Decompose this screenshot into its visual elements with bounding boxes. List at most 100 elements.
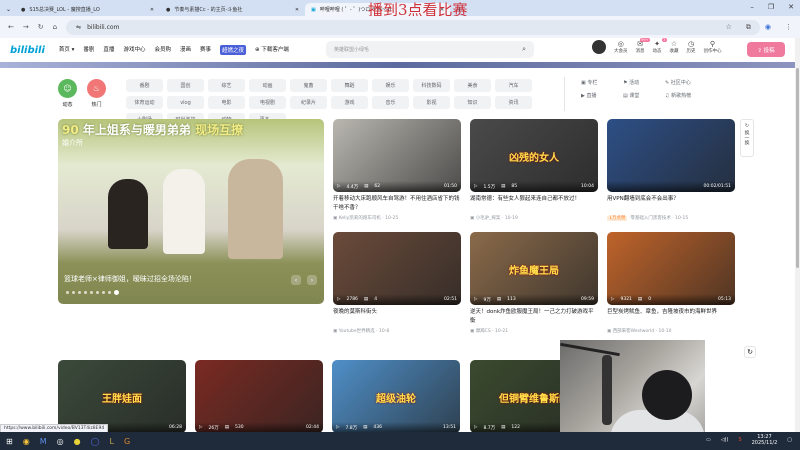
video-title[interactable]: 夜晚的莫斯科街头 — [333, 308, 461, 326]
page-scrollbar[interactable] — [795, 38, 800, 432]
banner-caption[interactable]: 篮球老师×律师御姐，暧昧过招全场沦陷！ — [64, 274, 196, 284]
video-thumbnail[interactable]: 王胖娃面 06:28 — [58, 360, 186, 433]
channel-tag[interactable]: 科技数码 — [413, 79, 450, 92]
start-icon[interactable]: ⊞ — [6, 437, 13, 446]
link-activity[interactable]: ⚑ 活动 — [623, 79, 665, 86]
search-input[interactable]: 英雄联盟小绿毛 ⌕ — [326, 41, 534, 58]
video-card[interactable]: 凶残的女人 ▷ 1.5万 ▤ 85 10:04 湖南常德：有些女人狠起来连自己都不放过！ ▣ … — [470, 119, 598, 221]
video-card[interactable]: 超级油轮 ▷ 7.8万 ▤ 436 13:51 — [332, 360, 460, 433]
obs-icon[interactable]: ◎ — [57, 437, 64, 446]
link-live[interactable]: ▶ 直播 — [581, 92, 623, 99]
nav-anime[interactable]: 番剧 — [83, 45, 94, 55]
header-dynamic[interactable]: ✦ 3 动态 — [653, 38, 667, 54]
video-card[interactable]: 00:02/01:51 用VPN翻墙到底会不会出事？ 1万点赞 零基础入门黑客技术 ·… — [607, 119, 735, 221]
volume-icon[interactable]: ◁)) — [721, 437, 729, 443]
video-card[interactable]: ▷ 26万 ▤ 530 02:44 — [195, 360, 323, 433]
app-icon[interactable]: G — [124, 437, 130, 446]
channel-tag[interactable]: 体育运动 — [126, 96, 163, 109]
link-music-chart[interactable]: ♫ 新歌热榜 — [665, 92, 707, 99]
clock[interactable]: 13:27 2025/11/2 — [752, 434, 778, 446]
carousel-dot[interactable] — [84, 291, 87, 294]
chrome-icon[interactable]: ◉ — [23, 437, 30, 446]
close-icon[interactable]: ✕ — [150, 7, 154, 13]
video-title[interactable]: 逆天！donk炸鱼欧服魔王局！一己之力打破游戏平衡 — [470, 308, 598, 326]
bookmark-star-icon[interactable]: ☆ — [726, 23, 732, 32]
channel-tag[interactable]: 美食 — [454, 79, 491, 92]
upload-button[interactable]: ⇪ 投稿 — [747, 42, 785, 57]
tab-list-button[interactable]: ⌄ — [6, 6, 11, 13]
video-thumbnail[interactable]: 00:02/01:51 — [607, 119, 735, 192]
carousel-prev-button[interactable]: ‹ — [291, 275, 301, 285]
video-thumbnail[interactable]: 超级油轮 ▷ 7.8万 ▤ 436 13:51 — [332, 360, 460, 433]
carousel-dot[interactable] — [78, 291, 81, 294]
carousel-dot[interactable] — [72, 291, 75, 294]
header-favorites[interactable]: ☆ 收藏 — [670, 40, 679, 54]
menu-icon[interactable]: ⋮ — [785, 23, 792, 32]
uploader-name[interactable]: Youtube世界精选 — [339, 329, 375, 334]
app-icon[interactable]: ● — [74, 437, 81, 446]
channel-tag[interactable]: 资讯 — [495, 96, 532, 109]
video-card[interactable]: ▷ 9321 ▤ 0 05:13 巨型炭烤鱿鱼、章鱼，吉隆坡夜市的海鲜世界 ▣ 西部来客We… — [607, 232, 735, 334]
channel-tag[interactable]: 舞蹈 — [331, 79, 368, 92]
uploader-name[interactable]: Kelly凯莉的跑车司机 — [339, 216, 381, 221]
channel-tag[interactable]: 电影 — [208, 96, 245, 109]
carousel-dot[interactable] — [114, 290, 119, 295]
carousel-banner[interactable]: 90 年上姐系与暖男弟弟 现场互撩 婚介所 篮球老师×律师御姐，暧昧过招全场沦陷… — [58, 119, 324, 304]
link-course[interactable]: ▤ 课堂 — [623, 92, 665, 99]
nav-live[interactable]: 直播 — [103, 45, 114, 55]
video-title[interactable]: 湖南常德：有些女人狠起来连自己都不放过！ — [470, 195, 598, 213]
video-card[interactable]: ▷ 2786 ▤ 4 02:51 夜晚的莫斯科街头 ▣ Youtube世界精选 · 10-8 — [333, 232, 461, 334]
uploader-name[interactable]: 西部来客Westworld — [613, 329, 654, 334]
video-title[interactable]: 用VPN翻墙到底会不会出事？ — [607, 195, 735, 213]
close-icon[interactable]: ✕ — [295, 7, 299, 13]
header-vip[interactable]: ◎ 大会员 — [614, 40, 628, 54]
channel-tag[interactable]: 游戏 — [331, 96, 368, 109]
channel-tag[interactable]: 娱乐 — [372, 79, 409, 92]
uploader-name[interactable]: 零基础入门黑客技术 — [630, 216, 671, 221]
channel-tag[interactable]: 国创 — [167, 79, 204, 92]
uploader-name[interactable]: 摩羯CS — [476, 329, 491, 334]
extensions-icon[interactable]: ⧉ — [746, 23, 751, 32]
video-card[interactable]: 炸鱼魔王局 ▷ 9万 ▤ 113 09:59 逆天！donk炸鱼欧服魔王局！一己之力打破游戏… — [470, 232, 598, 334]
channel-hot[interactable]: ♨ 热门 — [87, 79, 106, 108]
channel-tag[interactable]: vlog — [167, 96, 204, 109]
nav-manga[interactable]: 漫画 — [180, 45, 191, 55]
link-community[interactable]: ✎ 社区中心 — [665, 79, 707, 86]
user-avatar[interactable] — [592, 40, 606, 54]
bilibili-logo[interactable]: bilibili — [10, 45, 45, 56]
video-thumbnail[interactable]: ▷ 4.4万 ▤ 62 01:50 — [333, 119, 461, 192]
channel-tag[interactable]: 综艺 — [208, 79, 245, 92]
channel-tag[interactable]: 影视 — [413, 96, 450, 109]
video-title[interactable]: 开着移动大床跑顺风车自驾游！不用住酒店省下的钱干啥不香？ — [333, 195, 461, 213]
forward-icon[interactable]: → — [23, 23, 29, 31]
search-icon[interactable]: ⌕ — [522, 45, 526, 54]
video-thumbnail[interactable]: 凶残的女人 ▷ 1.5万 ▤ 85 10:04 — [470, 119, 598, 192]
nav-home[interactable]: 首页 ▾ — [59, 45, 75, 55]
close-window-icon[interactable]: ✕ — [788, 3, 794, 11]
url-input[interactable]: ⇋ bilibili.com — [66, 19, 760, 35]
channel-tag[interactable]: 动画 — [249, 79, 286, 92]
tab-douyu-lol[interactable]: ● S15总决赛_LOL - 魔搜直播_LO ✕ — [15, 3, 160, 16]
channel-tag[interactable]: 音乐 — [372, 96, 409, 109]
video-thumbnail[interactable]: ▷ 9321 ▤ 0 05:13 — [607, 232, 735, 305]
carousel-dot[interactable] — [90, 291, 93, 294]
app-icon[interactable]: M — [40, 437, 47, 446]
video-title[interactable]: 巨型炭烤鱿鱼、章鱼，吉隆坡夜市的海鲜世界 — [607, 308, 735, 326]
back-icon[interactable]: ← — [8, 23, 14, 31]
channel-tag[interactable]: 纪录片 — [290, 96, 327, 109]
ime-icon[interactable]: S — [738, 437, 741, 443]
carousel-dot[interactable] — [96, 291, 99, 294]
nav-event[interactable]: 超燃之夜 — [220, 45, 247, 55]
channel-tag[interactable]: 番剧 — [126, 79, 163, 92]
header-history[interactable]: ◷ 历史 — [687, 40, 696, 54]
profile-icon[interactable]: ◉ — [765, 23, 771, 32]
carousel-dot[interactable] — [102, 291, 105, 294]
lol-icon[interactable]: L — [110, 437, 114, 446]
carousel-dot[interactable] — [66, 291, 69, 294]
nav-esports[interactable]: 赛事 — [200, 45, 211, 55]
header-messages[interactable]: ✉ 99+ 消息 — [636, 38, 650, 54]
video-thumbnail[interactable]: 炸鱼魔王局 ▷ 9万 ▤ 113 09:59 — [470, 232, 598, 305]
site-info-icon[interactable]: ⇋ — [76, 24, 81, 31]
minimize-icon[interactable]: – — [750, 3, 754, 11]
nav-download-client[interactable]: ⊕ 下载客户端 — [255, 45, 289, 55]
